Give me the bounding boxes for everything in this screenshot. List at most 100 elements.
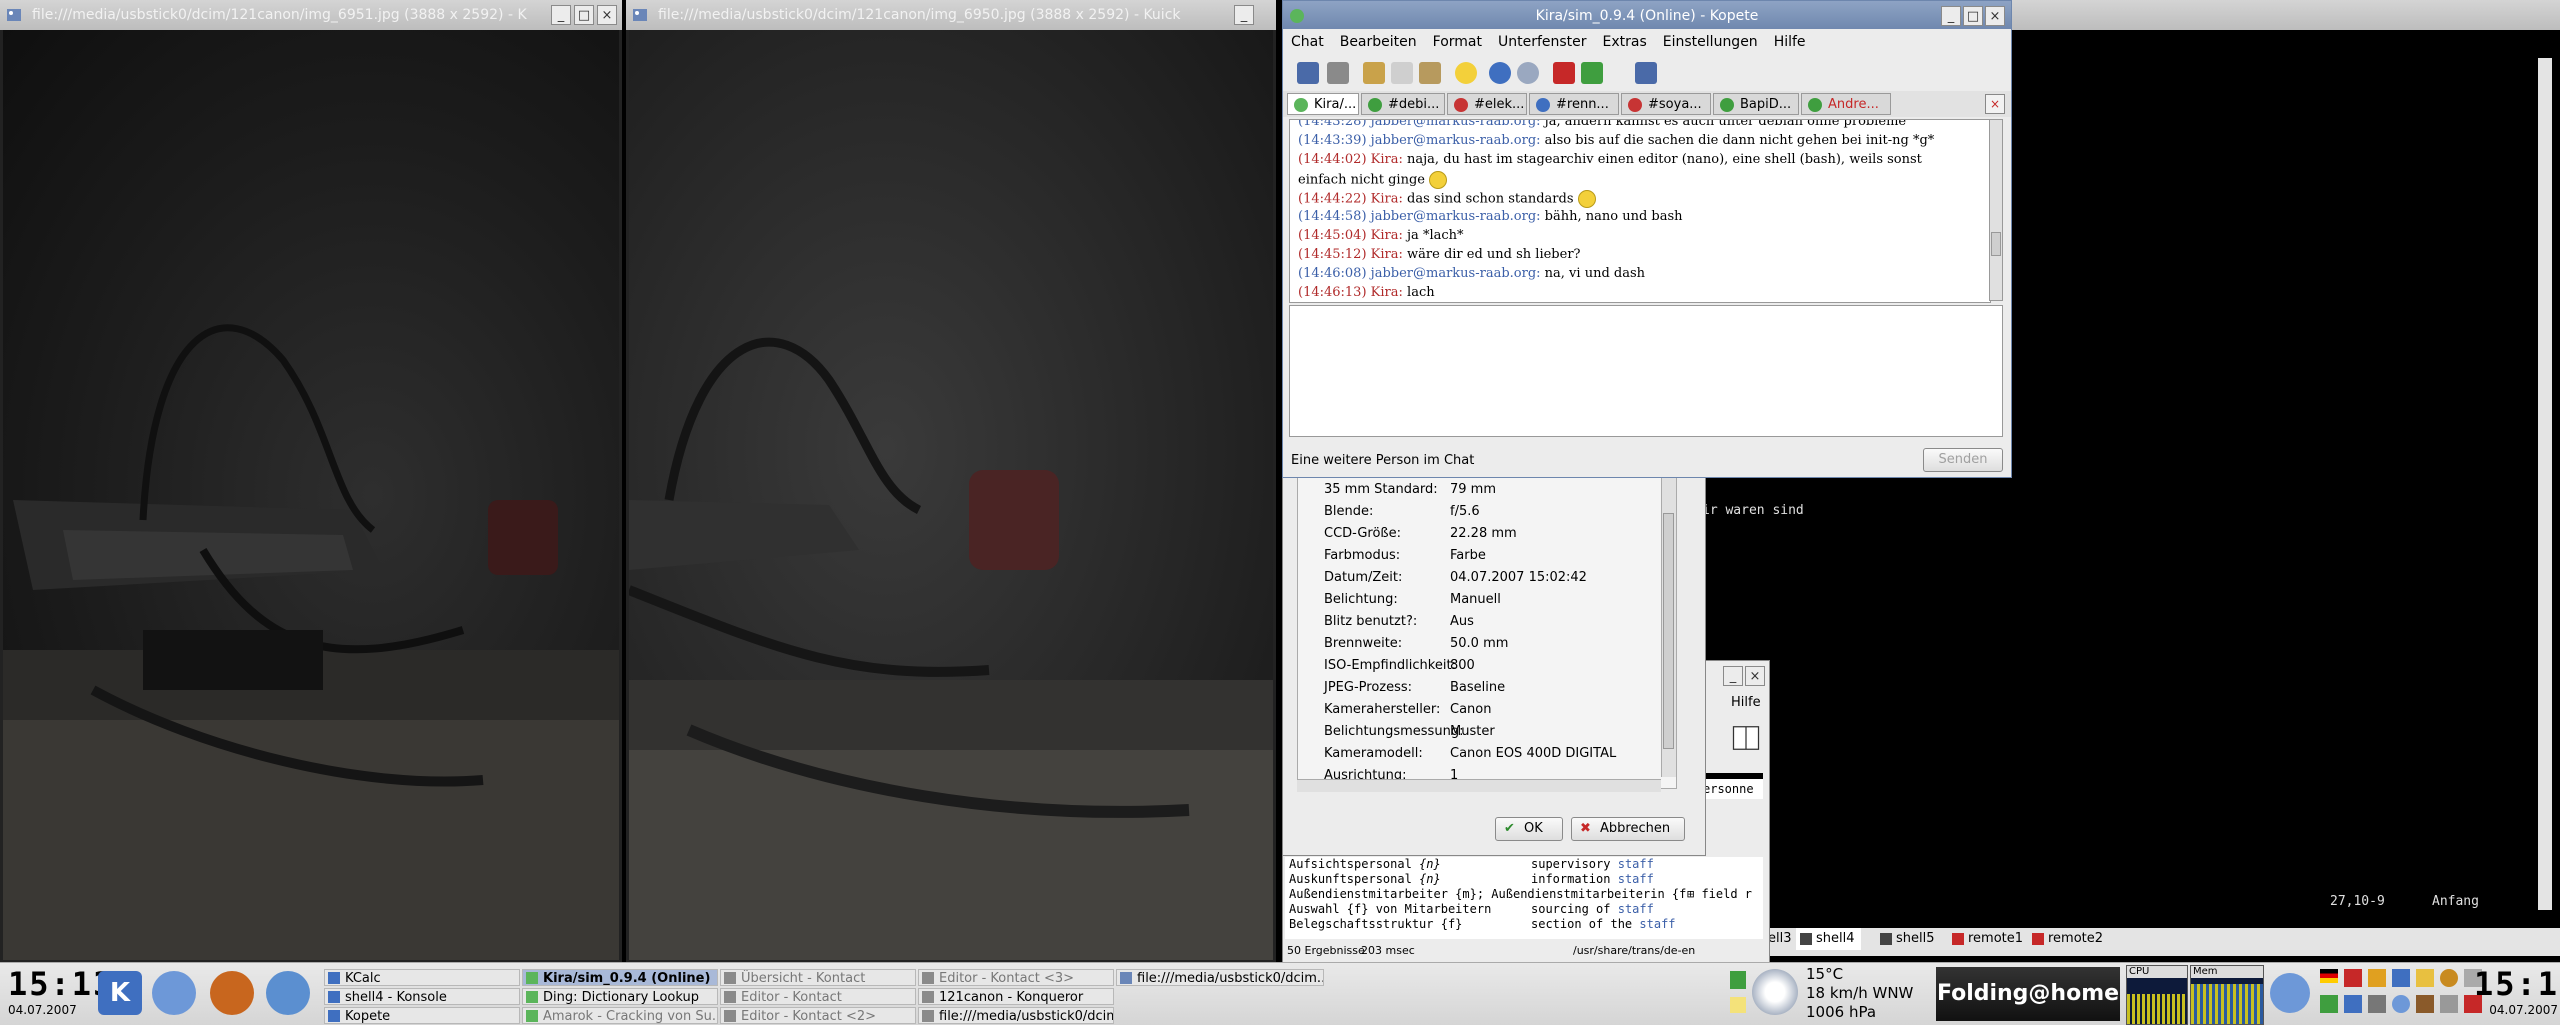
- tray-kmix-icon[interactable]: [2416, 969, 2434, 987]
- copy-icon[interactable]: [1391, 62, 1413, 84]
- menu-hilfe[interactable]: Hilfe: [1766, 29, 1814, 55]
- middle-viewer-titlebar[interactable]: file:///media/usbstick0/dcim/121canon/im…: [626, 0, 1276, 30]
- close-button[interactable]: ×: [1985, 6, 2005, 26]
- terminal-icon: [1880, 933, 1892, 945]
- kontact-icon[interactable]: [266, 971, 310, 1015]
- menu-einstellungen[interactable]: Einstellungen: [1655, 29, 1766, 55]
- chat-tab[interactable]: Andre...: [1801, 93, 1891, 115]
- maximize-button[interactable]: □: [574, 5, 594, 25]
- konsole-tab-shell5[interactable]: shell5: [1876, 928, 1935, 950]
- exif-vertical-scrollbar[interactable]: [1661, 477, 1676, 777]
- tray-clipboard-icon[interactable]: [1730, 971, 1746, 989]
- kopete-titlebar[interactable]: Kira/sim_0.9.4 (Online) - Kopete _ □ ×: [1283, 1, 2011, 31]
- minimize-button[interactable]: _: [1723, 666, 1743, 686]
- chat-log-scrollbar[interactable]: [1989, 119, 2003, 301]
- smiley-icon[interactable]: [1455, 62, 1477, 84]
- minimize-button[interactable]: _: [1941, 6, 1961, 26]
- message-input[interactable]: [1289, 305, 2003, 437]
- tray-volume-icon[interactable]: [2368, 995, 2386, 1013]
- ding-result-row[interactable]: Belegschaftsstruktur {f} section of the s…: [1289, 917, 1676, 931]
- ding-result-row[interactable]: Außendienstmitarbeiter {m}; Außendienstm…: [1289, 887, 1753, 901]
- menu-extras[interactable]: Extras: [1595, 29, 1655, 55]
- panel-clock-right[interactable]: 15:18 04.07.2007: [2474, 965, 2560, 1017]
- taskbar-task[interactable]: file:///media/usbstick0/dcim...: [1116, 969, 1324, 986]
- minimize-button[interactable]: _: [1234, 5, 1254, 25]
- ding-result-row[interactable]: Aufsichtspersonal {n} supervisory staff: [1289, 857, 1654, 871]
- chat-tab[interactable]: BapiD...: [1713, 93, 1799, 115]
- forward-icon[interactable]: [1517, 62, 1539, 84]
- send-button[interactable]: Senden: [1923, 448, 2003, 472]
- contact-status-icon: [1294, 98, 1308, 112]
- ding-result-row[interactable]: Auskunftspersonal {n} information staff: [1289, 872, 1654, 886]
- back-icon[interactable]: [1489, 62, 1511, 84]
- ding-result-row[interactable]: Auswahl {f} von Mitarbeitern sourcing of …: [1289, 902, 1654, 916]
- chat-tab[interactable]: #elek...: [1447, 93, 1527, 115]
- highlight-pen-icon[interactable]: [1553, 62, 1575, 84]
- maximize-button[interactable]: □: [1963, 6, 1983, 26]
- taskbar-task[interactable]: Kopete: [324, 1007, 520, 1024]
- taskbar-task[interactable]: Übersicht - Kontact: [720, 969, 916, 986]
- menu-unterfenster[interactable]: Unterfenster: [1490, 29, 1595, 55]
- taskbar-task[interactable]: file:///media/usbstick0/dcim...: [918, 1007, 1114, 1024]
- menu-format[interactable]: Format: [1425, 29, 1490, 55]
- menu-chat[interactable]: Chat: [1283, 29, 1332, 55]
- taskbar-task[interactable]: Amarok - Cracking von Su...: [522, 1007, 718, 1024]
- taskbar-task[interactable]: 121canon - Konqueror: [918, 988, 1114, 1005]
- chat-tab[interactable]: #debi...: [1361, 93, 1445, 115]
- taskbar-task[interactable]: shell4 - Konsole: [324, 988, 520, 1005]
- konsole-scrollbar[interactable]: [2538, 58, 2552, 910]
- tray-alarm-icon[interactable]: [2440, 969, 2458, 987]
- tray-amarok-icon[interactable]: [2392, 995, 2410, 1013]
- close-tab-icon[interactable]: [1635, 62, 1657, 84]
- folding-at-home-applet[interactable]: Folding@home: [1936, 967, 2120, 1021]
- panel-clock-left[interactable]: 15:13 04.07.2007: [8, 965, 112, 1017]
- left-viewer-titlebar[interactable]: file:///media/usbstick0/dcim/121canon/im…: [0, 0, 622, 30]
- chat-log[interactable]: (14:43:28) jabber@markus-raab.org: ja, ä…: [1289, 119, 1991, 303]
- taskbar-task[interactable]: Editor - Kontact: [720, 988, 916, 1005]
- tray-kwallet-icon[interactable]: [2416, 995, 2434, 1013]
- taskbar-task[interactable]: Kira/sim_0.9.4 (Online): [522, 969, 718, 986]
- weather-icon[interactable]: [1752, 969, 1798, 1015]
- taskbar-task[interactable]: Editor - Kontact <2>: [720, 1007, 916, 1024]
- tray-bluetooth-icon[interactable]: [2344, 995, 2362, 1013]
- ding-help-menu[interactable]: Hilfe: [1731, 695, 1761, 710]
- tray-printer-icon[interactable]: [2440, 995, 2458, 1013]
- close-button[interactable]: ×: [1745, 666, 1765, 686]
- chat-tab[interactable]: #soya...: [1621, 93, 1711, 115]
- chat-tab[interactable]: #renn...: [1529, 93, 1619, 115]
- tray-flag-icon[interactable]: [2320, 969, 2338, 983]
- spellcheck-icon[interactable]: [1581, 62, 1603, 84]
- konqueror-icon[interactable]: [152, 971, 196, 1015]
- taskbar-task[interactable]: Editor - Kontact <3>: [918, 969, 1114, 986]
- save-icon[interactable]: [1297, 62, 1319, 84]
- exif-horizontal-scrollbar[interactable]: [1297, 779, 1661, 792]
- tray-notes-icon[interactable]: [1730, 997, 1746, 1013]
- close-chat-tab-icon[interactable]: ×: [1985, 94, 2005, 114]
- tray-kopete-icon[interactable]: [2270, 973, 2310, 1013]
- ok-button[interactable]: ✔ OK: [1495, 817, 1563, 841]
- konsole-tab-remote1[interactable]: remote1: [1948, 928, 2023, 950]
- ding-results: Aufsichtspersonal {n} supervisory staff A…: [1285, 857, 1763, 939]
- tray-network-icon[interactable]: [2320, 995, 2338, 1013]
- chat-tab[interactable]: Kira/...: [1287, 93, 1359, 115]
- tray-klipper-icon[interactable]: [2344, 969, 2362, 987]
- print-icon[interactable]: [1327, 62, 1349, 84]
- close-button[interactable]: ×: [597, 5, 617, 25]
- taskbar-task[interactable]: KCalc: [324, 969, 520, 986]
- dictionary-book-icon[interactable]: [1731, 723, 1761, 753]
- cut-icon[interactable]: [1363, 62, 1385, 84]
- minimize-button[interactable]: _: [551, 5, 571, 25]
- konsole-titlebar[interactable]: _ □ ×: [2012, 0, 2560, 30]
- tray-update-icon[interactable]: [2392, 969, 2410, 987]
- taskbar-task[interactable]: Ding: Dictionary Lookup: [522, 988, 718, 1005]
- firefox-icon[interactable]: [210, 971, 254, 1015]
- paste-icon[interactable]: [1419, 62, 1441, 84]
- cancel-button[interactable]: ✖ Abbrechen: [1571, 817, 1685, 841]
- cpu-monitor[interactable]: CPU: [2126, 965, 2188, 1025]
- menu-bearbeiten[interactable]: Bearbeiten: [1332, 29, 1425, 55]
- memory-monitor[interactable]: Mem: [2190, 965, 2264, 1025]
- k-menu-button[interactable]: K: [98, 971, 142, 1015]
- tray-korgac-icon[interactable]: [2368, 969, 2386, 987]
- konsole-tab-shell4[interactable]: shell4: [1796, 928, 1861, 950]
- konsole-tab-remote2[interactable]: remote2: [2028, 928, 2103, 950]
